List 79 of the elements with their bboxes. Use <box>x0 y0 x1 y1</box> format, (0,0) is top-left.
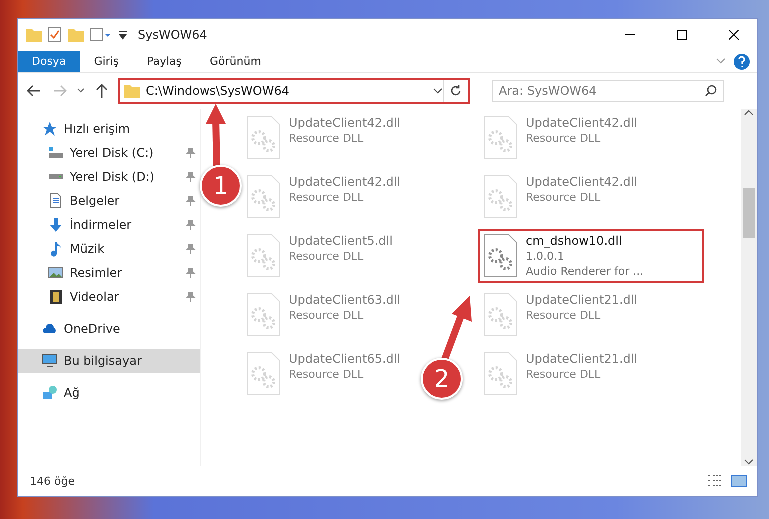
scroll-down-icon[interactable] <box>744 458 754 466</box>
up-arrow-icon <box>96 84 108 98</box>
gear-file-icon <box>247 352 281 396</box>
forward-arrow-icon <box>53 85 67 97</box>
sidebar-item[interactable]: Yerel Disk (D:) <box>18 165 200 189</box>
drive-icon <box>48 174 64 180</box>
folder-icon <box>124 84 140 98</box>
file-item[interactable]: UpdateClient42.dll Resource DLL <box>241 111 407 165</box>
sidebar-item[interactable]: Bu bilgisayar <box>18 349 200 373</box>
chevron-down-icon[interactable] <box>433 88 443 94</box>
search-icon <box>705 85 717 97</box>
file-item[interactable]: UpdateClient65.dll Resource DLL <box>241 347 407 401</box>
pin-icon[interactable] <box>186 196 196 206</box>
sidebar-item[interactable]: Belgeler <box>18 189 200 213</box>
address-field[interactable]: C:\Windows\SysWOW64 <box>120 80 444 102</box>
ribbon-tab[interactable]: Paylaş <box>133 51 196 72</box>
sidebar-item[interactable]: Ağ <box>18 381 200 405</box>
file-item[interactable]: cm_dshow10.dll 1.0.0.1 Audio Renderer for ... <box>478 229 704 283</box>
item-count: 146 öğe <box>30 474 75 488</box>
gear-file-icon <box>247 293 281 337</box>
properties-icon[interactable] <box>90 28 112 42</box>
gear-file-icon <box>484 352 518 396</box>
minimize-icon <box>625 34 635 36</box>
maximize-icon <box>677 30 687 40</box>
sidebar-item[interactable]: OneDrive <box>18 317 200 341</box>
refresh-icon <box>450 85 462 97</box>
download-icon <box>48 217 64 233</box>
window-title: SysWOW64 <box>138 28 208 42</box>
sidebar-item[interactable]: Hızlı erişim <box>18 117 200 141</box>
ribbon-tab[interactable]: Dosya <box>18 51 80 72</box>
pin-icon[interactable] <box>186 148 196 158</box>
checklist-icon[interactable] <box>48 27 62 43</box>
file-item[interactable]: UpdateClient63.dll Resource DLL <box>241 288 407 342</box>
scroll-up-icon[interactable] <box>744 109 754 117</box>
network-icon <box>42 385 58 401</box>
folder-icon <box>26 28 42 42</box>
drive-icon <box>48 145 64 161</box>
close-icon <box>729 30 739 40</box>
pin-icon[interactable] <box>186 292 196 302</box>
gear-file-icon <box>484 293 518 337</box>
file-item[interactable]: UpdateClient21.dll Resource DLL <box>478 288 644 342</box>
gear-file-icon <box>247 116 281 160</box>
scrollbar[interactable] <box>741 109 757 466</box>
ribbon-tab[interactable]: Giriş <box>80 51 134 72</box>
sidebar-item[interactable]: Resimler <box>18 261 200 285</box>
picture-icon <box>48 265 64 281</box>
gear-file-icon <box>247 175 281 219</box>
back-arrow-icon <box>27 85 41 97</box>
file-item[interactable]: UpdateClient5.dll Resource DLL <box>241 229 399 283</box>
search-box[interactable]: Ara: SysWOW64 <box>492 80 724 102</box>
file-item[interactable]: UpdateClient21.dll Resource DLL <box>478 347 644 401</box>
pin-icon[interactable] <box>186 172 196 182</box>
scroll-thumb[interactable] <box>743 188 755 238</box>
pin-icon[interactable] <box>186 268 196 278</box>
help-icon[interactable] <box>733 51 751 72</box>
pin-icon[interactable] <box>186 220 196 230</box>
file-item[interactable]: UpdateClient42.dll Resource DLL <box>478 111 644 165</box>
film-icon <box>48 289 64 305</box>
computer-icon <box>42 353 58 369</box>
ribbon-tab[interactable]: Görünüm <box>196 51 276 72</box>
gear-file-icon <box>247 234 281 278</box>
document-icon <box>48 193 64 209</box>
gear-file-icon <box>484 175 518 219</box>
pointer-arrow <box>440 296 472 362</box>
star-icon <box>42 121 58 137</box>
chevron-down-icon <box>77 88 85 94</box>
details-view-icon[interactable] <box>707 475 723 487</box>
sidebar-item[interactable]: Yerel Disk (C:) <box>18 141 200 165</box>
sidebar-item[interactable]: Müzik <box>18 237 200 261</box>
sidebar-item[interactable]: Videolar <box>18 285 200 309</box>
large-icons-view-icon[interactable] <box>731 475 747 487</box>
gear-file-icon <box>484 116 518 160</box>
sidebar-item[interactable]: İndirmeler <box>18 213 200 237</box>
pin-icon[interactable] <box>186 244 196 254</box>
dropdown-arrow-icon[interactable] <box>118 30 128 40</box>
file-item[interactable]: UpdateClient42.dll Resource DLL <box>241 170 407 224</box>
new-folder-icon <box>68 28 84 42</box>
gear-file-icon <box>484 234 518 278</box>
file-item[interactable]: UpdateClient42.dll Resource DLL <box>478 170 644 224</box>
